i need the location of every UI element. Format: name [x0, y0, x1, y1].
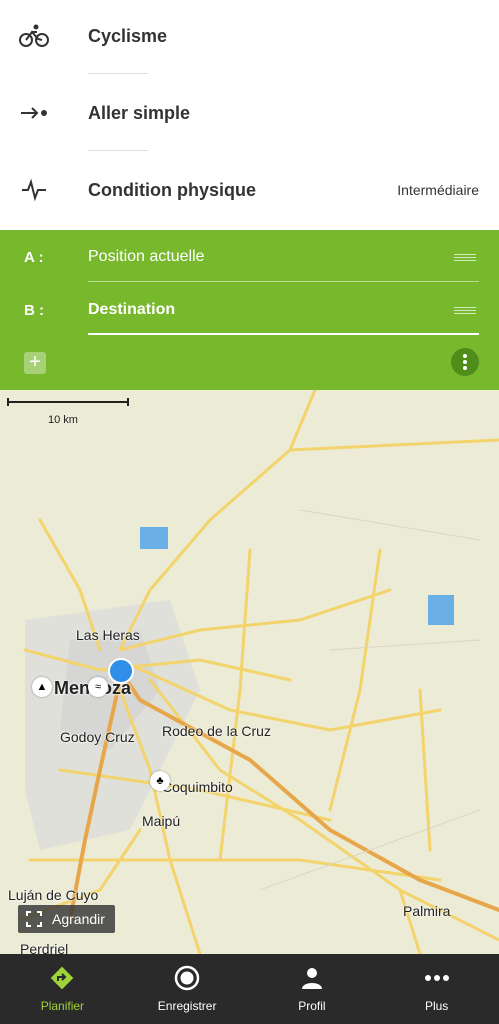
map-label-palmira: Palmira	[403, 903, 451, 919]
fullscreen-icon	[26, 911, 42, 927]
route-type-label: Aller simple	[88, 102, 191, 123]
route-plan-icon	[48, 964, 76, 992]
expand-map-button[interactable]: Agrandir	[18, 905, 115, 933]
map-label-lujan: Luján de Cuyo	[8, 887, 99, 903]
fitness-label: Condition physique	[88, 179, 256, 200]
waypoint-a[interactable]: A : Position actuelle	[0, 232, 499, 282]
water-icon[interactable]: ≈	[88, 677, 108, 697]
fitness-value: Intermédiaire	[397, 182, 479, 198]
one-way-arrow-icon	[18, 97, 50, 129]
add-waypoint-button[interactable]: +	[24, 352, 46, 374]
more-icon	[423, 964, 451, 992]
expand-map-label: Agrandir	[52, 911, 105, 927]
nav-plan-label: Planifier	[40, 999, 85, 1013]
divider	[88, 281, 479, 282]
drag-handle-icon[interactable]	[454, 254, 476, 262]
scale-label: 10 km	[48, 414, 78, 426]
route-type-row[interactable]: Aller simple	[0, 83, 499, 143]
active-underline	[88, 333, 479, 335]
record-icon	[173, 964, 201, 992]
waypoint-a-key: A :	[24, 249, 44, 266]
map-label-rodeo: Rodeo de la Cruz	[162, 723, 271, 739]
nav-more-label: Plus	[424, 999, 449, 1013]
waypoint-b[interactable]: B : Destination	[0, 285, 499, 335]
route-settings: Cyclisme Aller simple Condition physique…	[0, 0, 499, 230]
map-view[interactable]: 10 km Las Heras Mendoza Godoy Cruz Rodeo…	[0, 390, 499, 954]
pulse-icon	[18, 174, 50, 206]
map-label-perdriel: Perdriel	[20, 941, 69, 954]
more-vertical-icon	[463, 354, 467, 370]
nav-profile[interactable]: Profil	[250, 954, 375, 1024]
mountain-icon[interactable]: ▲	[32, 677, 52, 697]
map-label-maipu: Maipú	[142, 813, 181, 829]
bottom-navigation: Planifier Enregistrer Profil Plus	[0, 954, 499, 1024]
nav-profile-label: Profil	[298, 999, 326, 1013]
nav-record-label: Enregistrer	[157, 999, 217, 1013]
fitness-row[interactable]: Condition physique Intermédiaire	[0, 160, 499, 220]
tree-icon[interactable]: ♣	[150, 771, 170, 791]
divider	[88, 73, 148, 74]
nav-plan[interactable]: Planifier	[0, 954, 125, 1024]
activity-label: Cyclisme	[88, 25, 168, 46]
waypoint-b-value[interactable]: Destination	[88, 301, 175, 319]
map-label-las-heras: Las Heras	[76, 627, 140, 643]
route-more-button[interactable]	[451, 348, 479, 376]
current-location-marker	[108, 658, 134, 684]
waypoint-a-value[interactable]: Position actuelle	[88, 248, 205, 266]
drag-handle-icon[interactable]	[454, 307, 476, 315]
map-canvas	[0, 390, 499, 954]
map-label-godoy-cruz: Godoy Cruz	[60, 729, 135, 745]
divider	[88, 150, 148, 151]
bicycle-icon	[18, 20, 50, 52]
nav-record[interactable]: Enregistrer	[125, 954, 250, 1024]
nav-more[interactable]: Plus	[374, 954, 499, 1024]
waypoint-b-key: B :	[24, 302, 44, 319]
route-panel: A : Position actuelle B : Destination	[0, 230, 499, 390]
profile-icon	[298, 964, 326, 992]
map-label-coquimbito: Coquimbito	[162, 779, 233, 795]
activity-row[interactable]: Cyclisme	[0, 6, 499, 66]
